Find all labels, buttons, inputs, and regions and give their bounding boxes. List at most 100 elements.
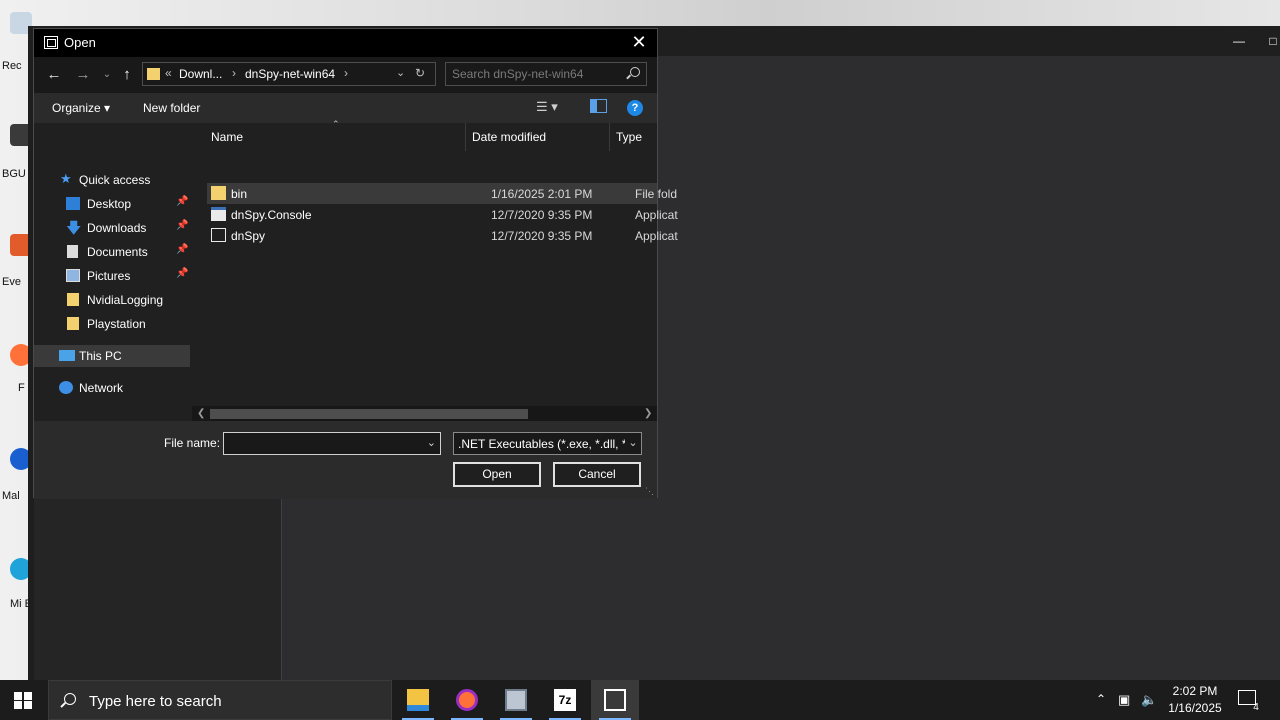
column-divider[interactable] [609,123,610,151]
file-type-filter-value: .NET Executables (*.exe, *.dll, *. [458,437,630,451]
network-status-icon[interactable]: ▣ [1118,692,1130,708]
file-date: 12/7/2020 9:35 PM [491,229,593,243]
start-button[interactable] [14,692,32,709]
nav-this-pc[interactable]: This PC [34,345,190,367]
nav-pictures[interactable]: Pictures 📌 [34,265,190,287]
column-header-date-modified[interactable]: Date modified [472,130,546,144]
taskbar-search-placeholder: Type here to search [89,693,222,710]
refresh-icon[interactable]: ↻ [415,66,425,80]
this-pc-icon [59,350,75,361]
preview-pane-icon[interactable] [590,99,607,113]
pin-icon: 📌 [176,268,189,279]
nav-desktop[interactable]: Desktop 📌 [34,193,190,215]
maximize-button[interactable]: □ [1266,34,1280,48]
pin-icon: 📌 [176,244,189,255]
scroll-right-icon[interactable]: ❯ [644,406,652,421]
pin-icon: 📌 [176,196,189,207]
search-input[interactable] [452,66,620,82]
file-type-filter-select[interactable]: .NET Executables (*.exe, *.dll, *. ⌄ [453,432,642,455]
file-row-bin[interactable]: bin 1/16/2025 2:01 PM File fold [207,183,677,204]
clock-date: 1/16/2025 [1168,701,1222,715]
address-bar[interactable]: « Downl... › dnSpy-net-win64 › ⌄ ↻ [142,62,436,86]
nav-item-label: Documents [87,245,148,259]
recent-locations-chevron-icon[interactable]: ⌄ [98,66,116,84]
taskbar-computer-app[interactable] [492,680,540,720]
column-header-type[interactable]: Type [616,130,642,144]
organize-button[interactable]: Organize ▾ [52,101,110,115]
navigation-pane: ★ Quick access Desktop 📌 🡇 Downloads 📌 D… [34,123,192,421]
network-icon [59,381,73,394]
downloads-folder-icon: 🡇 [66,220,82,237]
nav-item-label: Desktop [87,197,132,211]
open-file-dialog: Open ✕ ← → ⌄ ↑ « Downl... › dnSpy-net-wi… [33,28,678,499]
file-explorer-icon [407,689,429,711]
7zip-icon: 7z [554,689,576,711]
column-header-name[interactable]: Name [211,130,243,144]
chevron-down-icon[interactable]: ⌄ [396,66,405,79]
sort-ascending-icon: ⌃ [332,119,340,129]
taskbar-7zip[interactable]: 7z [541,680,589,720]
scrollbar-thumb[interactable] [210,409,528,419]
file-name-input[interactable] [228,436,418,452]
scroll-left-icon[interactable]: ❮ [197,406,205,421]
minimize-button[interactable]: — [1232,34,1246,48]
search-box[interactable] [445,62,647,86]
desktop-icon-label: Mal [2,490,20,502]
file-name: dnSpy [231,229,266,243]
file-type: Applicat [635,208,678,222]
taskbar-clock[interactable]: 2:02 PM 1/16/2025 [1160,683,1230,717]
documents-folder-icon [67,245,78,258]
breadcrumb-overflow[interactable]: « [165,66,172,80]
forward-arrow-icon[interactable]: → [74,66,92,84]
taskbar-file-explorer[interactable] [394,680,442,720]
pin-icon: 📌 [176,220,189,231]
assembly-explorer-pane [34,496,282,680]
desktop-folder-icon [66,197,80,210]
view-options-icon[interactable]: ☰ ▾ [536,99,558,115]
taskbar-dnspy[interactable] [591,680,639,720]
file-name: dnSpy.Console [231,208,312,222]
column-divider[interactable] [465,123,466,151]
pictures-folder-icon [66,269,80,282]
file-name-combobox[interactable]: ⌄ [223,432,441,455]
file-list-pane: Name ⌃ Date modified Type bin 1/16/2025 … [192,119,678,421]
file-name-label: File name: [164,436,221,450]
cancel-button[interactable]: Cancel [553,462,641,487]
resize-grip-icon[interactable]: ⋱ [645,486,654,497]
nav-documents[interactable]: Documents 📌 [34,241,190,263]
taskbar: Type here to search 7z ⌃ ▣ 🔈 2:02 PM 1/1… [0,680,1280,720]
nav-network[interactable]: Network [34,377,190,399]
help-icon[interactable]: ? [627,100,643,116]
file-type: Applicat [635,229,678,243]
nav-playstation[interactable]: Playstation [34,313,190,335]
nav-quick-access[interactable]: ★ Quick access [34,169,190,191]
chevron-down-icon[interactable]: ⌄ [427,436,436,449]
file-name: bin [231,187,248,201]
open-button[interactable]: Open [453,462,541,487]
file-row-dnspy-console[interactable]: dnSpy.Console 12/7/2020 9:35 PM Applicat [207,204,678,225]
desktop-icon-label: Rec [2,60,22,72]
command-toolbar: Organize ▾ New folder ☰ ▾ ? [34,93,657,123]
horizontal-scrollbar[interactable]: ❮ ❯ [192,406,657,421]
folder-icon [147,68,160,80]
navigation-bar: ← → ⌄ ↑ « Downl... › dnSpy-net-win64 › ⌄… [34,57,657,93]
nav-downloads[interactable]: 🡇 Downloads 📌 [34,217,190,239]
dialog-titlebar: Open ✕ [34,29,657,57]
search-icon [64,693,76,705]
back-arrow-icon[interactable]: ← [45,66,63,84]
search-icon[interactable] [630,67,640,77]
nav-nvidialogging[interactable]: NvidiaLogging [34,289,190,311]
taskbar-firefox[interactable] [443,680,491,720]
file-row-dnspy[interactable]: dnSpy 12/7/2020 9:35 PM Applicat [207,225,678,246]
new-folder-button[interactable]: New folder [143,101,200,115]
breadcrumb-current-folder[interactable]: dnSpy-net-win64 [245,67,335,81]
breadcrumb-downloads[interactable]: Downl... [179,67,222,81]
volume-muted-icon[interactable]: 🔈 [1141,692,1157,708]
show-hidden-icons-chevron-icon[interactable]: ⌃ [1096,692,1106,706]
close-button[interactable]: ✕ [629,32,649,52]
file-date: 12/7/2020 9:35 PM [491,208,593,222]
desktop-icon-label: BGU [2,168,26,180]
taskbar-search-box[interactable]: Type here to search [48,680,392,720]
up-arrow-icon[interactable]: ↑ [118,66,136,84]
chevron-down-icon[interactable]: ⌄ [625,433,641,454]
